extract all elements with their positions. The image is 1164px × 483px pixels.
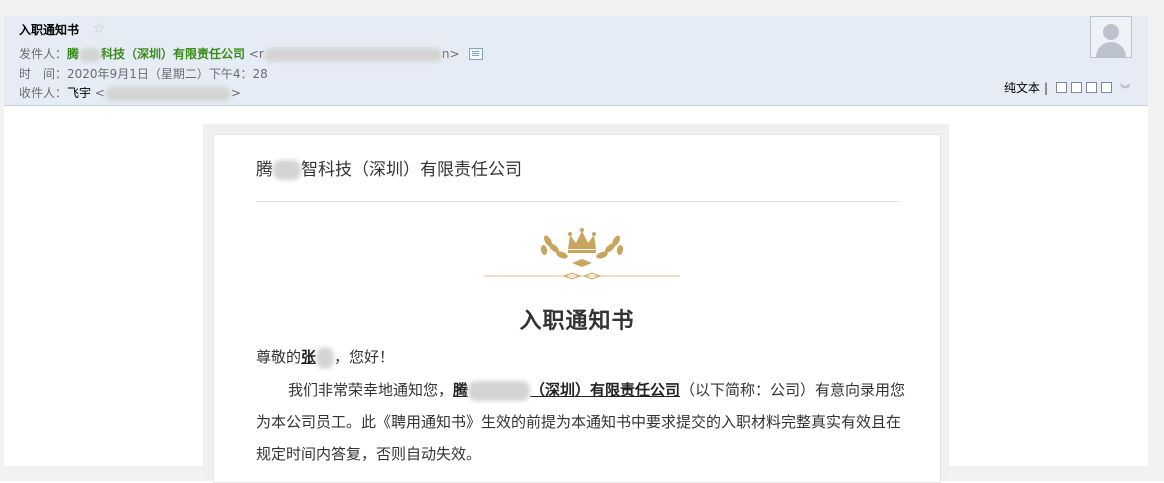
mail-subject: 入职通知书 xyxy=(19,23,80,37)
crown-emblem xyxy=(484,228,680,280)
letter-title: 入职通知书 xyxy=(519,309,635,334)
company-title: 腾智科技（深圳）有限责任公司 xyxy=(256,160,522,180)
save-icon[interactable] xyxy=(1086,82,1098,93)
sender-row: 发件人：腾 科技（深圳）有限责任公司 <r n> xyxy=(19,45,484,62)
time-value: 2020年9月1日（星期二）下午4：28 xyxy=(67,67,268,81)
toolbar-separator: | xyxy=(1044,81,1049,95)
mail-toolbar: 纯文本 | ︾ xyxy=(1004,79,1130,96)
divider xyxy=(256,201,901,202)
compose-icon[interactable] xyxy=(1071,82,1083,93)
print-icon[interactable] xyxy=(1101,82,1113,93)
recipient-address[interactable]: < > xyxy=(95,86,241,101)
recipient-row: 收件人：飞宇 < > xyxy=(19,84,241,101)
star-icon[interactable]: ☆ xyxy=(92,19,105,37)
contact-card-icon[interactable] xyxy=(469,47,484,60)
time-row: 时 间：2020年9月1日（星期二）下午4：28 xyxy=(19,65,268,82)
greeting: 尊敬的张 ，您好！ xyxy=(256,341,906,373)
recipient-label: 收件人： xyxy=(19,86,68,100)
sender-name[interactable]: 腾科技（深圳）有限责任公司 xyxy=(67,47,245,62)
avatar[interactable] xyxy=(1090,16,1132,58)
letter-body: 腾智科技（深圳）有限责任公司 入职通知书 尊敬的张 ，您好！ 我们非常荣幸地通知您… xyxy=(213,134,941,483)
company-reference: 腾（深圳）有限责任公司 xyxy=(453,380,681,401)
popout-icon[interactable] xyxy=(1056,82,1068,93)
recipient-name-emphasis: 张 xyxy=(301,346,335,369)
sender-address[interactable]: <r n> xyxy=(249,47,460,62)
sender-label: 发件人： xyxy=(19,47,68,61)
plain-text-link[interactable]: 纯文本 xyxy=(1004,81,1040,95)
recipient-name[interactable]: 飞宇 xyxy=(67,86,91,100)
mail-header: 入职通知书 ☆ 发件人：腾 科技（深圳）有限责任公司 <r n> 时 间：2020年… xyxy=(4,16,1148,106)
body-paragraph: 我们非常荣幸地通知您，腾 （深圳）有限责任公司（以下简称：公司）有意向录用您为本公… xyxy=(256,380,906,463)
chevron-down-icon[interactable]: ︾ xyxy=(1120,81,1130,96)
time-label: 时 间： xyxy=(19,67,68,81)
